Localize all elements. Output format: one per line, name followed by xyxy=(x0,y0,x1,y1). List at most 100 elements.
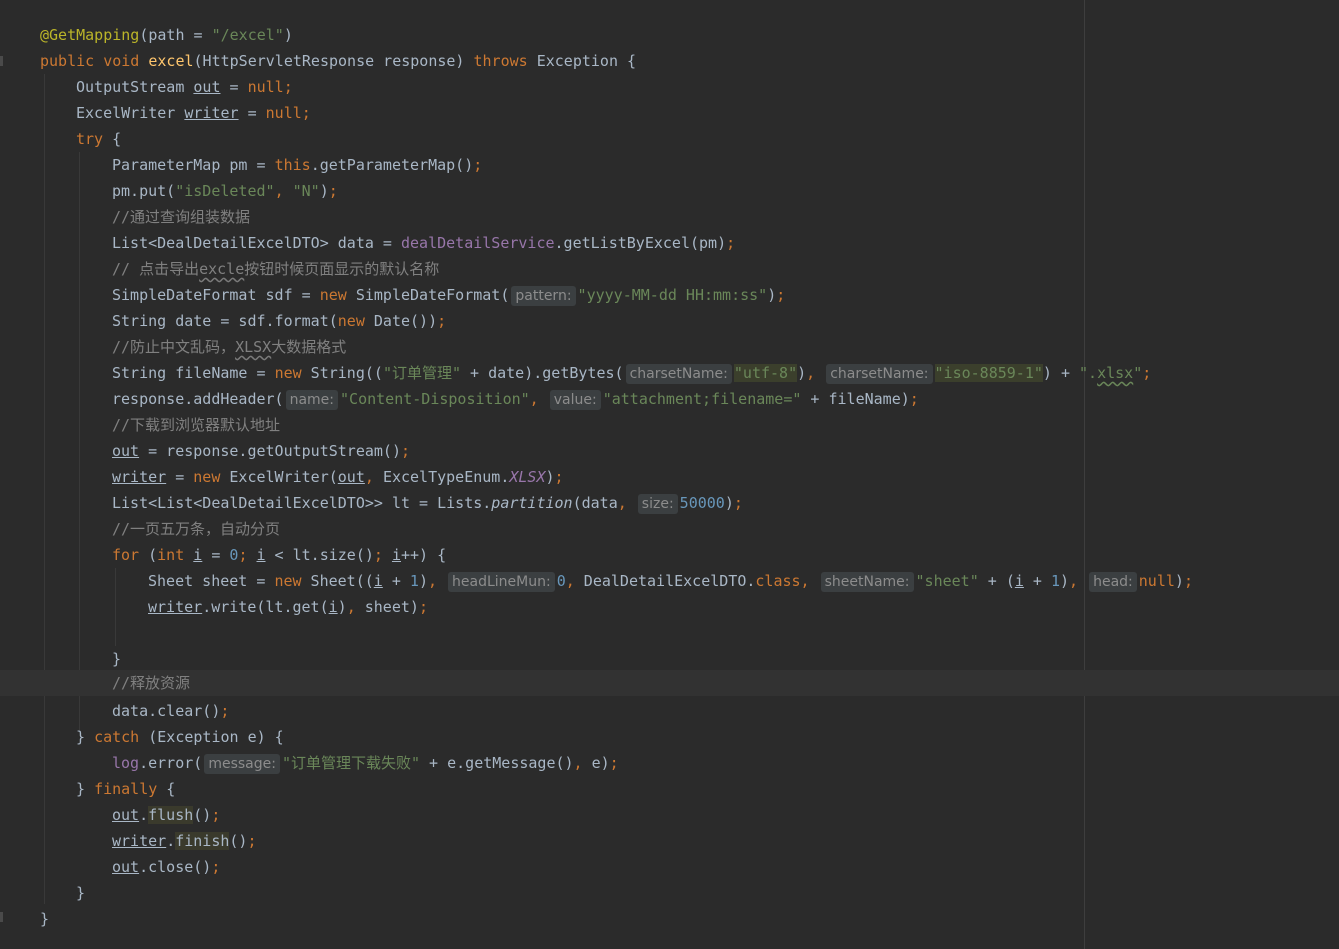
parameter-hint: pattern: xyxy=(511,286,576,306)
code-line[interactable]: //防止中文乱码，XLSX大数据格式 xyxy=(112,334,346,360)
keyword: null xyxy=(247,78,284,96)
separator: ; xyxy=(418,598,428,616)
code-line[interactable]: for (int i = 0; i < lt.size(); i++) { xyxy=(112,542,446,568)
keyword: int xyxy=(157,546,185,564)
code-line[interactable]: try { xyxy=(76,126,121,152)
code-text: Exception { xyxy=(527,52,637,70)
annotation: @GetMapping xyxy=(40,26,140,44)
code-text: List<DealDetailExcelDTO> data = xyxy=(112,234,401,252)
code-line[interactable]: //通过查询组装数据 xyxy=(112,204,250,230)
separator: ; xyxy=(776,286,786,304)
code-text: (HttpServletResponse response) xyxy=(193,52,474,70)
separator: ; xyxy=(733,494,743,512)
code-text: (path = xyxy=(139,26,212,44)
code-line[interactable]: } xyxy=(76,880,85,906)
code-text: (Exception e) { xyxy=(139,728,284,746)
code-text: ) xyxy=(767,286,777,304)
variable: out xyxy=(112,806,140,824)
code-text: ) xyxy=(283,26,293,44)
code-line[interactable]: ParameterMap pm = this.getParameterMap()… xyxy=(112,152,482,178)
comment: XLSX xyxy=(235,338,272,356)
code-line[interactable]: } xyxy=(112,646,121,672)
keyword: finally xyxy=(94,780,158,798)
keyword: new xyxy=(193,468,221,486)
code-line[interactable]: String date = sdf.format(new Date()); xyxy=(112,308,446,334)
fold-marker-icon[interactable] xyxy=(0,912,3,922)
parameter-hint: sheetName: xyxy=(820,572,914,592)
code-text: .getListByExcel(pm) xyxy=(554,234,727,252)
string-literal: "isDeleted" xyxy=(175,182,275,200)
code-line[interactable]: writer.write(lt.get(i), sheet); xyxy=(148,594,428,620)
keyword: void xyxy=(103,52,140,70)
string-literal: "yyyy-MM-dd HH:mm:ss" xyxy=(577,286,768,304)
code-line[interactable]: } xyxy=(40,906,49,932)
code-text: = xyxy=(202,546,230,564)
separator: ; xyxy=(554,468,564,486)
code-line[interactable]: writer.finish(); xyxy=(112,828,257,854)
code-text: ) + xyxy=(1042,364,1080,382)
code-line[interactable]: List<DealDetailExcelDTO> data = dealDeta… xyxy=(112,230,735,256)
code-text: .write(lt.get( xyxy=(202,598,329,616)
code-line[interactable]: response.addHeader(name: "Content-Disposi… xyxy=(112,386,919,412)
indent-guide xyxy=(115,568,116,646)
code-text: ExcelWriter( xyxy=(220,468,338,486)
variable: writer xyxy=(112,832,167,850)
variable: i xyxy=(391,546,401,564)
number-literal: 50000 xyxy=(679,494,725,512)
variable: i xyxy=(1014,572,1024,590)
keyword: new xyxy=(274,572,302,590)
code-line[interactable]: out.flush(); xyxy=(112,802,220,828)
code-line[interactable]: pm.put("isDeleted", "N"); xyxy=(112,178,338,204)
indent-guide xyxy=(44,74,45,904)
code-text: () xyxy=(193,806,212,824)
code-line[interactable]: //一页五万条，自动分页 xyxy=(112,516,280,542)
comment: //释放资源 xyxy=(112,674,191,692)
code-line[interactable]: Sheet sheet = new Sheet((i + 1), headLin… xyxy=(148,568,1193,594)
code-line[interactable]: } catch (Exception e) { xyxy=(76,724,284,750)
code-line[interactable]: log.error(message: "订单管理下载失败" + e.getMess… xyxy=(112,750,619,776)
code-line[interactable]: OutputStream out = null; xyxy=(76,74,293,100)
code-text: SimpleDateFormat( xyxy=(346,286,510,304)
variable: i xyxy=(373,572,383,590)
code-text: ) xyxy=(1174,572,1184,590)
string-literal: "/excel" xyxy=(211,26,284,44)
separator: , xyxy=(427,572,447,590)
code-text: } xyxy=(76,884,86,902)
code-line[interactable]: out = response.getOutputStream(); xyxy=(112,438,410,464)
parameter-hint: value: xyxy=(549,390,601,410)
code-line[interactable]: } finally { xyxy=(76,776,175,802)
separator: , xyxy=(346,598,365,616)
enum-constant: XLSX xyxy=(509,468,546,486)
fold-marker-icon[interactable] xyxy=(0,56,3,66)
code-text: (data xyxy=(572,494,618,512)
code-line[interactable]: writer = new ExcelWriter(out, ExcelTypeE… xyxy=(112,464,564,490)
keyword: null xyxy=(1138,572,1175,590)
code-text: ) xyxy=(724,494,734,512)
code-line[interactable]: String fileName = new String(("订单管理" + d… xyxy=(112,360,1151,386)
keyword: public xyxy=(40,52,95,70)
code-line[interactable]: // 点击导出excle按钮时候页面显示的默认名称 xyxy=(112,256,439,282)
separator: ; xyxy=(609,754,619,772)
keyword: null xyxy=(265,104,302,122)
keyword: new xyxy=(274,364,302,382)
code-text: data.clear() xyxy=(112,702,221,720)
code-line[interactable]: public void excel(HttpServletResponse re… xyxy=(40,48,636,74)
code-line[interactable]: //释放资源 xyxy=(112,670,190,696)
code-line[interactable]: @GetMapping(path = "/excel") xyxy=(40,22,293,48)
code-line[interactable]: //下载到浏览器默认地址 xyxy=(112,412,280,438)
code-line[interactable]: SimpleDateFormat sdf = new SimpleDateFor… xyxy=(112,282,785,308)
code-editor[interactable]: @GetMapping(path = "/excel") public void… xyxy=(0,0,1339,949)
code-text: DealDetailExcelDTO. xyxy=(583,572,756,590)
code-line[interactable]: ExcelWriter writer = null; xyxy=(76,100,311,126)
separator: ; xyxy=(1142,364,1152,382)
code-line[interactable]: out.close(); xyxy=(112,854,220,880)
code-text: ++) { xyxy=(401,546,447,564)
code-line[interactable]: List<List<DealDetailExcelDTO>> lt = List… xyxy=(112,490,743,516)
code-text: e) xyxy=(591,754,610,772)
variable: writer xyxy=(112,468,167,486)
code-text: ) xyxy=(1060,572,1070,590)
code-text: } xyxy=(112,650,122,668)
code-line[interactable]: data.clear(); xyxy=(112,698,229,724)
separator: , xyxy=(800,572,819,590)
keyword: throws xyxy=(473,52,528,70)
